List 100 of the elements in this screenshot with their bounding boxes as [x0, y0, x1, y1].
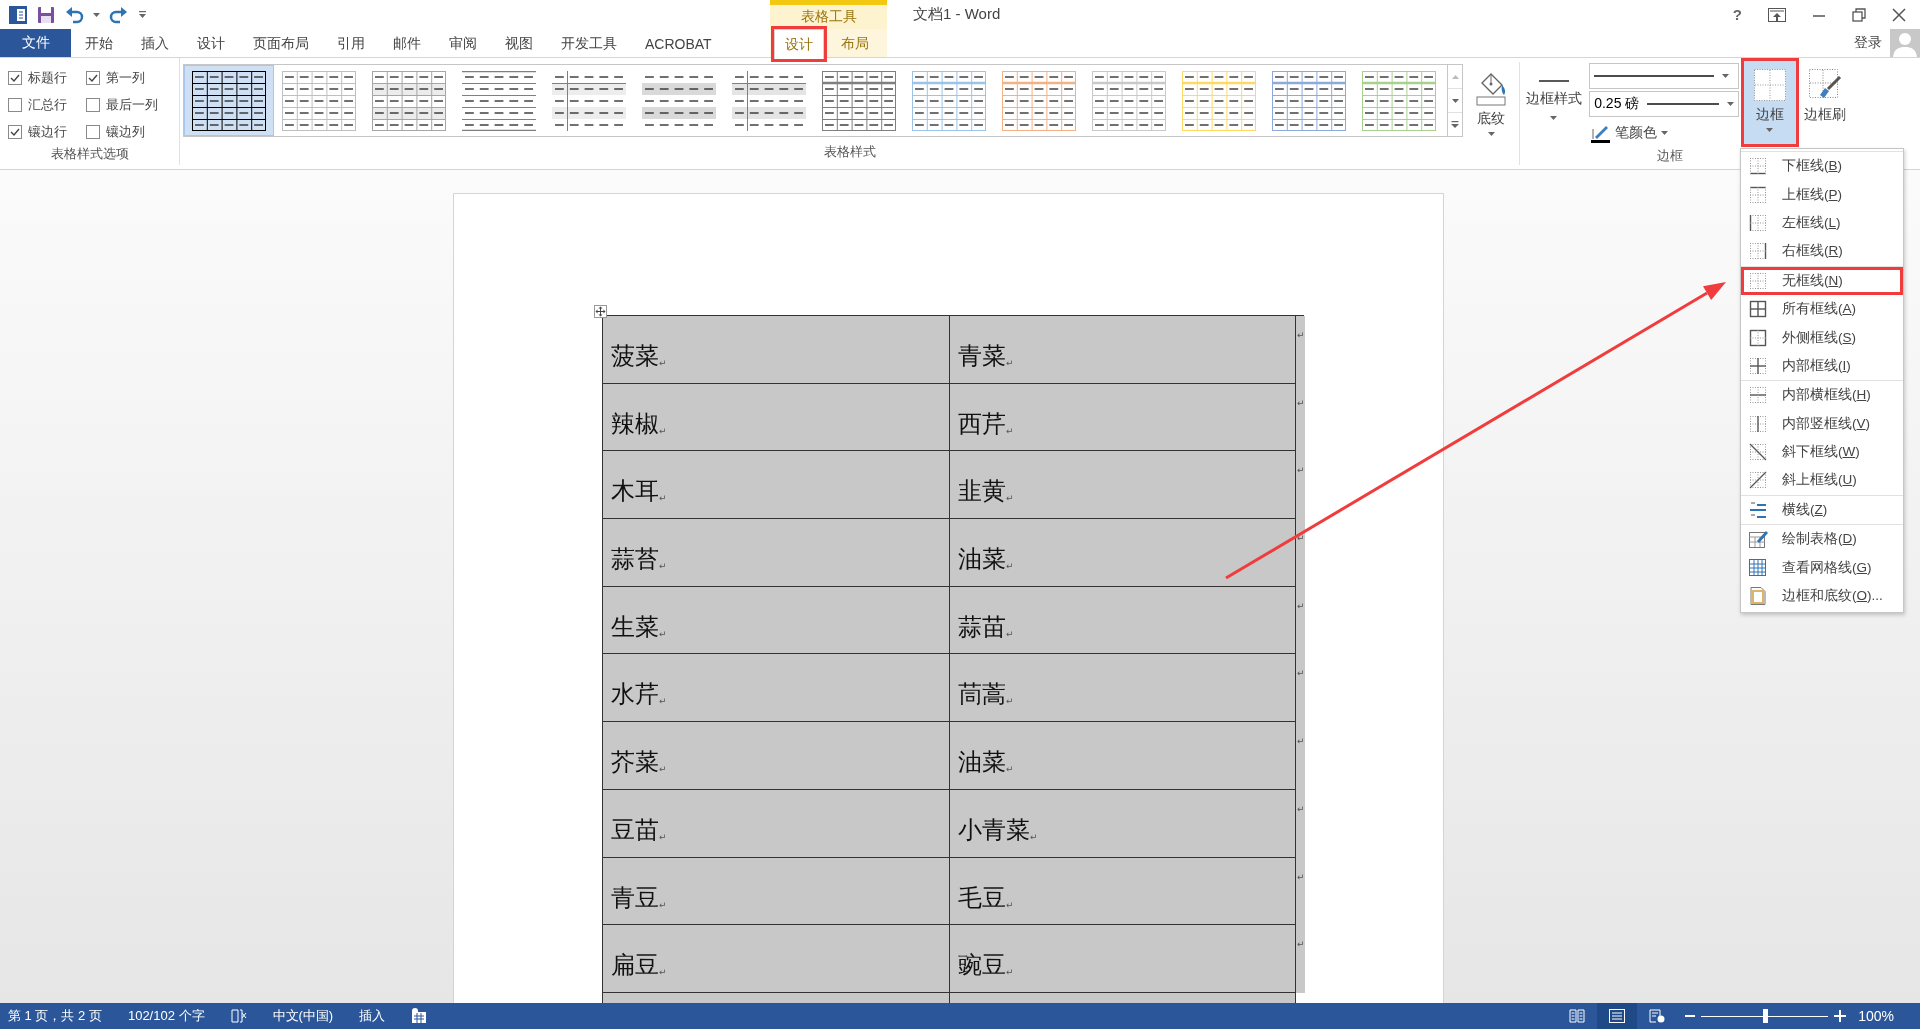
- menu-item[interactable]: 边框和底纹(O)...: [1741, 581, 1903, 611]
- checkbox[interactable]: [8, 124, 22, 139]
- menu-item[interactable]: 左框线(L): [1741, 208, 1903, 238]
- table-style-thumbnail[interactable]: [1272, 70, 1346, 131]
- pen-icon: [1591, 123, 1612, 143]
- end-of-row-mark: ↵: [1297, 939, 1305, 950]
- option-label[interactable]: 汇总行: [28, 95, 67, 114]
- zoom-slider-thumb[interactable]: [1762, 1009, 1768, 1023]
- zoom-in-button[interactable]: [1834, 1010, 1847, 1022]
- insert-mode-indicator[interactable]: 插入: [359, 1007, 386, 1025]
- ribbon-tab[interactable]: ACROBAT: [631, 29, 726, 57]
- checkbox[interactable]: [86, 124, 100, 139]
- word-logo-icon[interactable]: [8, 4, 28, 25]
- print-view-button[interactable]: [1597, 1003, 1638, 1029]
- menu-item[interactable]: 下框线(B): [1741, 152, 1903, 181]
- table-style-thumbnail[interactable]: [822, 70, 896, 131]
- menu-item[interactable]: 内部框线(I): [1741, 351, 1903, 381]
- table-style-thumbnail[interactable]: [1182, 70, 1256, 131]
- sign-in-link[interactable]: 登录: [1854, 34, 1882, 52]
- table-style-thumbnail[interactable]: [1092, 70, 1166, 131]
- caret-icon: [1487, 132, 1495, 136]
- restore-icon[interactable]: [1852, 7, 1866, 22]
- table-style-thumbnail[interactable]: [1002, 70, 1076, 131]
- table-style-thumbnail[interactable]: [192, 70, 266, 131]
- customize-icon[interactable]: [138, 10, 147, 19]
- line-icon: [1538, 80, 1569, 82]
- ribbon-tab[interactable]: 开始: [71, 29, 127, 57]
- menu-item[interactable]: 内部竖框线(V): [1741, 409, 1903, 438]
- page-icon: [1609, 1009, 1626, 1023]
- ribbon-tab[interactable]: 布局: [830, 29, 880, 57]
- end-of-row-mark: ↵: [1297, 871, 1305, 882]
- save-icon[interactable]: [37, 5, 55, 24]
- language-indicator[interactable]: 中文(中国): [272, 1007, 334, 1025]
- shading-button[interactable]: 底纹: [1465, 62, 1517, 143]
- menu-item[interactable]: 斜上框线(U): [1741, 466, 1903, 495]
- table-style-thumbnail[interactable]: [282, 70, 356, 131]
- page-count[interactable]: 第 1 页，共 2 页: [8, 1007, 102, 1025]
- checkbox[interactable]: [86, 97, 100, 112]
- ribbon-tab[interactable]: 插入: [127, 29, 183, 57]
- end-of-row-mark: ↵: [1297, 736, 1305, 747]
- table-style-thumbnail[interactable]: [732, 70, 806, 131]
- redo-icon[interactable]: [109, 5, 129, 24]
- option-label[interactable]: 最后一列: [106, 95, 158, 114]
- ribbon-tab[interactable]: 视图: [491, 29, 547, 57]
- caret-icon: [1727, 102, 1735, 106]
- option-label[interactable]: 镶边行: [28, 122, 67, 141]
- ribbon-tab[interactable]: 邮件: [379, 29, 435, 57]
- line-style-dropdown[interactable]: [1589, 63, 1740, 89]
- menu-item[interactable]: 无框线(N): [1741, 266, 1903, 295]
- menu-item[interactable]: 内部横框线(H): [1741, 381, 1903, 410]
- file-tab[interactable]: 文件: [0, 29, 71, 57]
- table-move-handle-icon[interactable]: [594, 305, 607, 318]
- macro-icon[interactable]: [411, 1008, 428, 1024]
- ribbon-tab[interactable]: 开发工具: [547, 29, 631, 57]
- option-label[interactable]: 第一列: [106, 68, 145, 87]
- ribbon-tab[interactable]: 引用: [323, 29, 379, 57]
- menu-item[interactable]: 横线(Z): [1741, 495, 1903, 525]
- line-icon: [1594, 75, 1715, 77]
- table-style-thumbnail[interactable]: [912, 70, 986, 131]
- menu-item[interactable]: 绘制表格(D): [1741, 525, 1903, 554]
- help-button[interactable]: ?: [1732, 6, 1742, 23]
- menu-item[interactable]: 所有框线(A): [1741, 294, 1903, 324]
- table-style-thumbnail[interactable]: [372, 70, 446, 131]
- group-label: 表格样式选项: [49, 145, 130, 163]
- end-of-row-mark: ↵: [1297, 600, 1305, 611]
- all-border-icon: [1748, 299, 1768, 320]
- zoom-level[interactable]: 100%: [1858, 1008, 1894, 1024]
- checkbox[interactable]: [8, 70, 22, 85]
- menu-item[interactable]: 上框线(P): [1741, 180, 1903, 209]
- close-icon[interactable]: [1892, 7, 1906, 22]
- top-border-icon: [1748, 184, 1768, 205]
- right-border-icon: [1748, 241, 1768, 262]
- line-weight-dropdown[interactable]: 0.25 磅: [1589, 91, 1740, 117]
- menu-item[interactable]: 右框线(R): [1741, 237, 1903, 266]
- checkbox[interactable]: [86, 70, 100, 85]
- pen-color-button[interactable]: 笔颜色: [1589, 119, 1740, 147]
- border-painter-button[interactable]: 边框刷: [1800, 58, 1850, 147]
- ribbon-display-icon[interactable]: [1768, 7, 1786, 22]
- menu-item[interactable]: 斜下框线(W): [1741, 437, 1903, 467]
- table-style-thumbnail[interactable]: [462, 70, 536, 131]
- menu-item[interactable]: 外侧框线(S): [1741, 323, 1903, 352]
- table-style-thumbnail[interactable]: [1362, 70, 1436, 131]
- proofing-icon[interactable]: [230, 1009, 247, 1023]
- option-label[interactable]: 镶边列: [106, 122, 145, 141]
- checkbox[interactable]: [8, 97, 22, 112]
- menu-item[interactable]: 查看网格线(G): [1741, 553, 1903, 582]
- ribbon-tab[interactable]: 审阅: [435, 29, 491, 57]
- caret-icon[interactable]: [93, 12, 100, 17]
- option-label[interactable]: 标题行: [28, 68, 67, 87]
- word-count[interactable]: 102/102 个字: [127, 1007, 205, 1025]
- inside-h-border-icon: [1748, 385, 1768, 406]
- up-arrow-icon: [1451, 74, 1459, 79]
- borders-button[interactable]: 边框: [1741, 58, 1799, 147]
- table-style-thumbnail[interactable]: [552, 70, 626, 131]
- border-styles-button[interactable]: 边框样式: [1520, 62, 1588, 147]
- context-tab-group-label: 表格工具: [770, 0, 887, 29]
- undo-icon[interactable]: [64, 5, 84, 24]
- ribbon-tab[interactable]: 设计: [774, 29, 824, 59]
- ribbon-tab[interactable]: 设计: [183, 29, 239, 57]
- ribbon-tab[interactable]: 页面布局: [239, 29, 323, 57]
